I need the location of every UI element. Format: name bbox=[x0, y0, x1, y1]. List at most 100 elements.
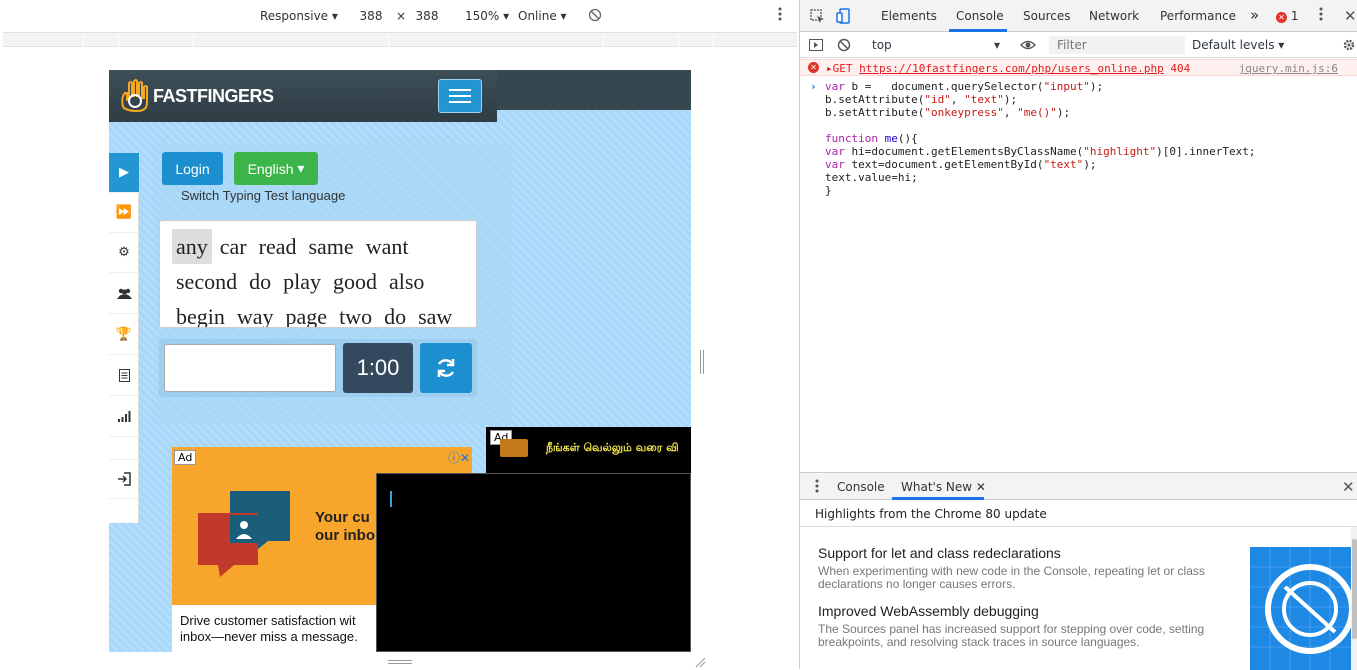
error-method: GET bbox=[832, 62, 853, 75]
ad-headline: Your cu our inbo bbox=[315, 509, 375, 545]
error-message: ▸GET https://10fastfingers.com/php/users… bbox=[826, 62, 1190, 75]
error-url[interactable]: https://10fastfingers.com/php/users_onli… bbox=[859, 62, 1164, 75]
site-logo[interactable]: FASTFINGERS bbox=[119, 76, 274, 116]
log-levels-select[interactable]: Default levels ▾ bbox=[1192, 36, 1284, 54]
word: read bbox=[258, 234, 297, 259]
input-row: 1:00 bbox=[159, 339, 477, 397]
word: play bbox=[283, 269, 321, 294]
ad-headline-line-1: Your cu bbox=[315, 509, 370, 526]
news-title[interactable]: Improved WebAssembly debugging bbox=[818, 603, 1218, 619]
expand-arrow-icon[interactable]: ▸ bbox=[826, 62, 833, 75]
console-filter-input[interactable]: Filter bbox=[1049, 36, 1185, 54]
word-list: any car read same want second do play good also … bbox=[159, 220, 477, 328]
more-tabs-icon[interactable]: » bbox=[1250, 6, 1259, 24]
language-label: English bbox=[247, 160, 294, 177]
current-word: any bbox=[172, 229, 212, 264]
drawer-tab-console[interactable]: Console bbox=[837, 480, 885, 494]
word: do bbox=[384, 304, 407, 328]
drawer-menu-icon[interactable] bbox=[814, 478, 820, 497]
inspect-element-icon[interactable] bbox=[810, 9, 825, 24]
word-line-2: second do play good also bbox=[172, 264, 466, 299]
more-options-icon[interactable] bbox=[777, 6, 783, 25]
news-title[interactable]: Support for let and class redeclarations bbox=[818, 545, 1218, 561]
drawer-panel: Console What's New ✕ ✕ Highlights from t… bbox=[800, 472, 1357, 670]
console-error-row[interactable]: ✕ ▸GET https://10fastfingers.com/php/use… bbox=[800, 59, 1357, 76]
word-line-1: any car read same want bbox=[172, 229, 466, 264]
media-query-bar[interactable] bbox=[3, 32, 797, 47]
typing-input[interactable] bbox=[164, 344, 336, 392]
code-line: var b = document.querySelector("input"); bbox=[825, 80, 1104, 93]
ad-choices-icon[interactable]: ⓘ✕ bbox=[448, 449, 470, 466]
tab-performance[interactable]: Performance bbox=[1160, 9, 1236, 23]
drawer-scrollbar[interactable] bbox=[1351, 527, 1357, 670]
word: second bbox=[176, 269, 238, 294]
zoom-select-label: 150% bbox=[465, 9, 500, 23]
error-source-link[interactable]: jquery.min.js:6 bbox=[1239, 62, 1338, 75]
gears-icon[interactable]: ⚙ bbox=[109, 233, 139, 273]
error-counter[interactable]: ✕ 1 bbox=[1276, 9, 1298, 23]
console-output[interactable]: ✕ ▸GET https://10fastfingers.com/php/use… bbox=[800, 58, 1357, 472]
settings-gear-icon[interactable] bbox=[1342, 38, 1356, 52]
throttling-select-label: Online bbox=[518, 9, 557, 23]
login-button[interactable]: Login bbox=[162, 152, 223, 185]
chat-bubbles-icon bbox=[198, 491, 290, 577]
device-toolbar-icon[interactable] bbox=[836, 8, 851, 24]
switch-language-text: Switch Typing Test language bbox=[181, 188, 346, 203]
news-item[interactable]: Improved WebAssembly debugging The Sourc… bbox=[818, 603, 1218, 649]
zoom-select[interactable]: 150% ▾ bbox=[465, 9, 509, 23]
site-navbar: FASTFINGERS bbox=[109, 70, 497, 122]
rotate-icon[interactable] bbox=[588, 8, 602, 25]
word: good bbox=[332, 269, 377, 294]
width-input[interactable]: 388 bbox=[353, 9, 389, 23]
resize-corner-icon[interactable] bbox=[694, 656, 706, 668]
throttling-select[interactable]: Online ▾ bbox=[518, 9, 567, 23]
clear-console-icon[interactable] bbox=[837, 38, 851, 52]
tab-console[interactable]: Console bbox=[956, 9, 1004, 23]
devtools-menu-icon[interactable] bbox=[1318, 6, 1324, 25]
code-line: b.setAttribute("id", "text"); bbox=[825, 93, 1018, 106]
prompt-chevron-icon: › bbox=[810, 80, 817, 93]
error-count: 1 bbox=[1290, 9, 1299, 23]
word: two bbox=[339, 304, 373, 328]
users-icon[interactable] bbox=[109, 274, 139, 314]
word: want bbox=[365, 234, 409, 259]
close-devtools-icon[interactable]: ✕ bbox=[1344, 7, 1357, 25]
scrollbar-thumb[interactable] bbox=[1352, 539, 1357, 639]
resize-handle-right[interactable] bbox=[700, 350, 704, 374]
tab-elements[interactable]: Elements bbox=[881, 9, 937, 23]
context-select[interactable]: top ▾ bbox=[868, 36, 1004, 54]
close-drawer-icon[interactable]: ✕ bbox=[1342, 478, 1355, 496]
signal-bars-icon[interactable] bbox=[109, 397, 139, 437]
black-overlay-box[interactable] bbox=[376, 473, 691, 652]
ad-badge: Ad bbox=[174, 450, 197, 465]
hamburger-menu-button[interactable] bbox=[438, 79, 482, 113]
word-line-3: begin way page two do saw bbox=[172, 299, 466, 328]
drawer-tab-whats-new[interactable]: What's New ✕ bbox=[901, 480, 986, 494]
fast-forward-icon[interactable]: ⏩ bbox=[109, 193, 139, 233]
ad-banner-2[interactable]: Ad நீங்கள் வெல்லும் வரை வி bbox=[486, 427, 691, 474]
news-thumbnail bbox=[1250, 547, 1352, 670]
document-icon[interactable] bbox=[109, 356, 139, 396]
code-line: b.setAttribute("onkeypress", "me()"); bbox=[825, 106, 1071, 119]
news-item[interactable]: Support for let and class redeclarations… bbox=[818, 545, 1218, 591]
dimension-separator: × bbox=[396, 9, 407, 23]
trophy-icon[interactable]: 🏆 bbox=[109, 315, 139, 355]
console-input-code[interactable]: var b = document.querySelector("input");… bbox=[825, 80, 1256, 197]
tab-sources[interactable]: Sources bbox=[1023, 9, 1070, 23]
tab-network[interactable]: Network bbox=[1089, 9, 1139, 23]
sign-in-icon[interactable] bbox=[109, 459, 139, 499]
word: begin bbox=[176, 304, 225, 328]
close-tab-icon[interactable]: ✕ bbox=[976, 480, 986, 494]
height-input[interactable]: 388 bbox=[409, 9, 445, 23]
sidebar-toggle-icon[interactable] bbox=[809, 38, 823, 52]
play-icon[interactable]: ▶ bbox=[109, 153, 139, 193]
device-select[interactable]: Responsive ▾ bbox=[260, 9, 338, 23]
console-toolbar: top ▾ Filter Default levels ▾ bbox=[800, 32, 1357, 58]
eye-icon[interactable] bbox=[1020, 38, 1036, 52]
error-status: 404 bbox=[1170, 62, 1191, 75]
device-select-label: Responsive bbox=[260, 9, 329, 23]
restart-button[interactable] bbox=[420, 343, 472, 393]
language-dropdown[interactable]: English ▾ bbox=[234, 152, 318, 185]
code-line: var text=document.getElementById("text")… bbox=[825, 158, 1097, 171]
resize-handle-bottom[interactable] bbox=[388, 660, 412, 664]
